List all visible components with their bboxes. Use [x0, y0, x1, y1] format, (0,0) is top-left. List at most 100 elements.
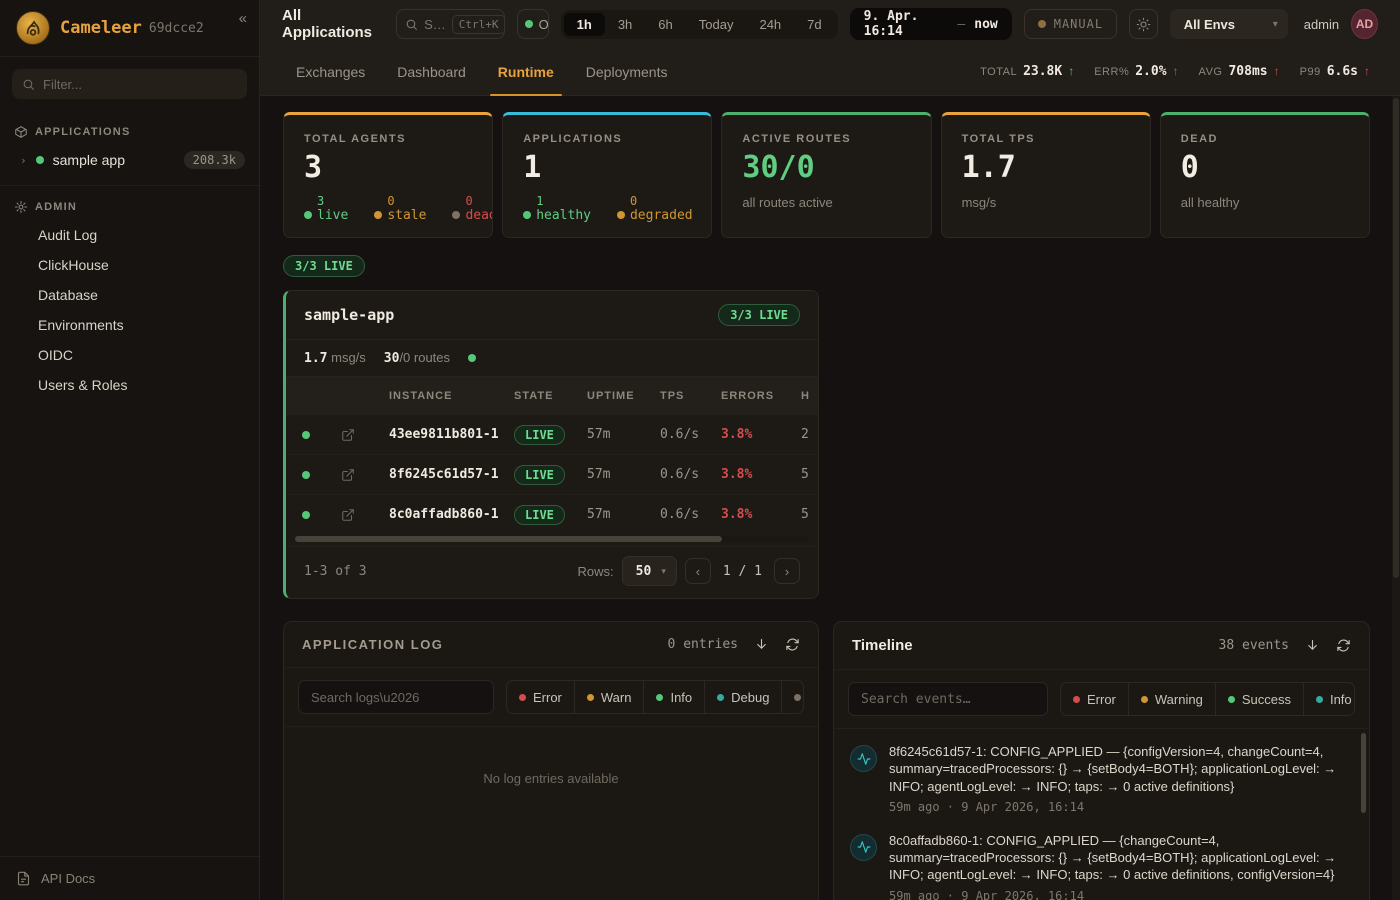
sidebar-item-audit-log[interactable]: Audit Log — [0, 220, 259, 250]
timeline-search-input[interactable] — [861, 692, 1035, 707]
tab-dashboard[interactable]: Dashboard — [383, 48, 480, 95]
date-from: 9. Apr. 16:14 — [864, 9, 949, 39]
timeline-header: Timeline 38 events — [834, 622, 1369, 670]
page-scrollbar-thumb[interactable] — [1393, 98, 1399, 578]
filter-success[interactable]: Success — [1215, 683, 1303, 715]
filter-debug[interactable]: Debug — [704, 681, 781, 713]
download-icon[interactable] — [1305, 638, 1320, 653]
timeline-event[interactable]: 8c0affadb860-1: CONFIG_APPLIED — {change… — [850, 832, 1355, 900]
live-summary-strip: 3/3 LIVE — [283, 255, 1370, 277]
filter-trace[interactable]: Trace — [781, 681, 804, 713]
rows-per-page-select[interactable]: 50 ▾ — [622, 556, 677, 586]
timeline-panel: Timeline 38 events — [833, 621, 1370, 900]
chevron-down-icon: ▾ — [1273, 19, 1278, 30]
topbar: All Applications S… Ctrl+K O 1h 3h 6h To… — [260, 0, 1400, 48]
avatar[interactable]: AD — [1351, 9, 1378, 39]
sidebar-collapse-icon[interactable]: « — [239, 10, 247, 27]
range-button-1h[interactable]: 1h — [564, 13, 605, 36]
scrollbar-thumb[interactable] — [295, 536, 722, 542]
range-button-today[interactable]: Today — [686, 13, 747, 36]
sidebar-item-clickhouse[interactable]: ClickHouse — [0, 250, 259, 280]
filter-warning[interactable]: Warning — [1128, 683, 1215, 715]
col-uptime: UPTIME — [572, 390, 645, 402]
sidebar-item-database[interactable]: Database — [0, 280, 259, 310]
online-dot — [525, 20, 533, 28]
live-count: 3 — [317, 195, 348, 209]
tab-deployments[interactable]: Deployments — [572, 48, 682, 95]
refresh-icon[interactable] — [785, 637, 800, 652]
chevron-right-icon[interactable]: › — [20, 154, 27, 167]
dead-dot — [452, 211, 460, 219]
stat-cards-row: TOTAL AGENTS 3 3live 0stale 0dead APPLIC… — [283, 112, 1370, 238]
connection-status-label: O — [539, 17, 549, 32]
instance-id: 43ee9811b801-1 — [374, 427, 499, 442]
card-subtext: msg/s — [962, 195, 1130, 210]
brand-name: Cameleer — [60, 18, 142, 38]
sidebar-filter[interactable] — [12, 69, 247, 99]
card-substats: 1healthy 0degraded 0critical — [523, 195, 691, 224]
connection-status-indicator[interactable]: O — [517, 9, 549, 39]
range-button-24h[interactable]: 24h — [746, 13, 794, 36]
uptime-value: 57m — [572, 507, 645, 522]
log-search[interactable] — [298, 680, 494, 714]
error-dot — [519, 694, 526, 701]
page-scrollbar[interactable] — [1392, 96, 1400, 900]
sidebar-filter-input[interactable] — [43, 77, 237, 92]
degraded-label: degraded — [630, 209, 693, 224]
trend-up-icon: ↑ — [1364, 64, 1370, 78]
card-total-agents: TOTAL AGENTS 3 3live 0stale 0dead — [283, 112, 493, 238]
theme-toggle-button[interactable] — [1129, 9, 1158, 39]
stat-avg: AVG 708ms ↑ — [1199, 64, 1280, 79]
sidebar-item-oidc[interactable]: OIDC — [0, 340, 259, 370]
filter-error[interactable]: Error — [1061, 683, 1128, 715]
table-row[interactable]: 43ee9811b801-1 LIVE 57m 0.6/s 3.8% 2 — [286, 414, 818, 454]
prev-page-button[interactable]: ‹ — [685, 558, 711, 584]
range-button-6h[interactable]: 6h — [645, 13, 685, 36]
card-title: APPLICATIONS — [523, 133, 691, 145]
timeline-search[interactable] — [848, 682, 1048, 716]
errors-value: 3.8% — [706, 467, 786, 482]
external-link-icon[interactable] — [326, 508, 374, 522]
healthy-count: 1 — [536, 195, 591, 209]
external-link-icon[interactable] — [326, 468, 374, 482]
range-button-7d[interactable]: 7d — [794, 13, 834, 36]
filter-error[interactable]: Error — [507, 681, 574, 713]
external-link-icon[interactable] — [326, 428, 374, 442]
stale-dot — [374, 211, 382, 219]
trend-up-icon: ↑ — [1173, 64, 1179, 78]
sidebar-item-sample-app[interactable]: › sample app 208.3k — [0, 145, 259, 175]
filter-warn[interactable]: Warn — [574, 681, 644, 713]
timeline-filters: Error Warning Success Info — [1060, 682, 1355, 716]
log-panel-header: APPLICATION LOG 0 entries — [284, 622, 818, 668]
refresh-icon[interactable] — [1336, 638, 1351, 653]
table-row[interactable]: 8c0affadb860-1 LIVE 57m 0.6/s 3.8% 5 — [286, 494, 818, 534]
stat-avg-label: AVG — [1199, 66, 1223, 78]
filter-info[interactable]: Info — [1303, 683, 1355, 715]
sidebar-item-environments[interactable]: Environments — [0, 310, 259, 340]
gear-icon — [14, 200, 28, 214]
download-icon[interactable] — [754, 637, 769, 652]
range-button-3h[interactable]: 3h — [605, 13, 645, 36]
timeline-events-count: 38 events — [1219, 638, 1289, 653]
manual-mode-button[interactable]: MANUAL — [1024, 9, 1117, 39]
log-search-input[interactable] — [311, 690, 481, 705]
tab-runtime[interactable]: Runtime — [484, 48, 568, 95]
event-timestamp: 59m ago · 9 Apr 2026, 16:14 — [889, 800, 1344, 814]
table-row[interactable]: 8f6245c61d57-1 LIVE 57m 0.6/s 3.8% 5 — [286, 454, 818, 494]
timeline-events-list[interactable]: 8f6245c61d57-1: CONFIG_APPLIED — {config… — [834, 729, 1369, 900]
filter-info[interactable]: Info — [643, 681, 704, 713]
timeline-scrollbar-thumb[interactable] — [1361, 733, 1366, 813]
sidebar-item-users-roles[interactable]: Users & Roles — [0, 370, 259, 400]
horizontal-scrollbar[interactable] — [295, 536, 809, 542]
content: TOTAL AGENTS 3 3live 0stale 0dead APPLIC… — [260, 96, 1400, 900]
next-page-button[interactable]: › — [774, 558, 800, 584]
tab-exchanges[interactable]: Exchanges — [282, 48, 379, 95]
api-docs-link[interactable]: API Docs — [0, 856, 259, 900]
global-search[interactable]: S… Ctrl+K — [396, 9, 505, 39]
date-range-display[interactable]: 9. Apr. 16:14 — now — [850, 8, 1012, 40]
timeline-event[interactable]: 8f6245c61d57-1: CONFIG_APPLIED — {config… — [850, 743, 1355, 814]
stat-p99-label: P99 — [1300, 66, 1321, 78]
timeline-title: Timeline — [852, 637, 913, 654]
log-level-filters: Error Warn Info Debug Trace — [506, 680, 804, 714]
environment-select[interactable]: All Envs ▾ — [1170, 9, 1288, 39]
